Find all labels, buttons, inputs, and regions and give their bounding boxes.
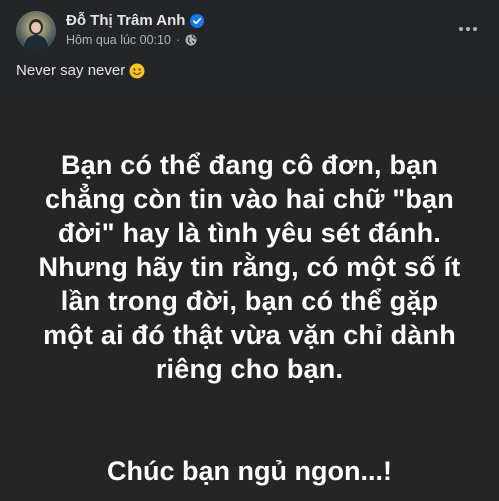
meta-separator: · [175,33,181,47]
more-options-icon-dot [466,27,470,31]
quote-line: riêng cho bạn. [155,354,344,384]
author-name-row: Đỗ Thị Trâm Anh [66,12,205,29]
globe-icon[interactable] [185,34,197,46]
quote-line: lần trong đời, bạn có thể gặp [60,286,439,316]
author-name[interactable]: Đỗ Thị Trâm Anh [66,12,185,29]
more-options-icon [459,27,463,31]
author-avatar[interactable] [16,11,56,51]
post-header: Đỗ Thị Trâm Anh Hôm qua lúc 00:10 · [0,0,499,58]
quote-line: Nhưng hãy tin rằng, có một số ít [38,252,461,282]
smiling-face-icon [129,63,145,79]
post-caption: Never say never [16,62,145,79]
closing-text: Chúc bạn ngủ ngon...! [107,456,392,486]
caption-text: Never say never [16,62,126,79]
post-meta: Hôm qua lúc 00:10 · [66,33,197,47]
quote-line: đời" hay là tình yêu sét đánh. [57,218,442,248]
more-options-icon-dot [473,27,477,31]
more-options-button[interactable] [453,14,483,44]
post-image[interactable]: Bạn có thể đang cô đơn, bạn chẳng còn ti… [0,96,499,501]
quote-line: Bạn có thể đang cô đơn, bạn [60,150,439,180]
post-timestamp[interactable]: Hôm qua lúc 00:10 [66,33,171,47]
quote-line: một ai đó thật vừa vặn chỉ dành [43,320,456,350]
verified-badge-icon [190,13,205,28]
quote-line: chẳng còn tin vào hai chữ "bạn [45,184,454,214]
quote-text: Bạn có thể đang cô đơn, bạn chẳng còn ti… [0,148,499,386]
